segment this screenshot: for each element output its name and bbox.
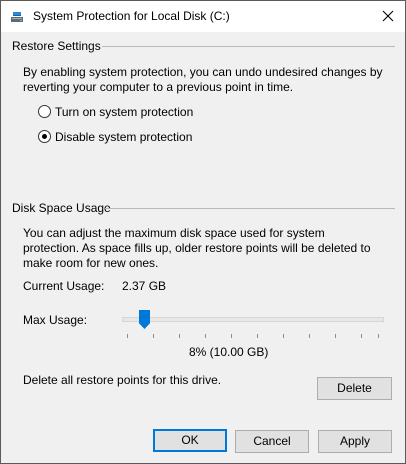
restore-settings-divider: [102, 46, 395, 47]
slider-tick: [127, 334, 128, 338]
cancel-button[interactable]: Cancel: [235, 430, 309, 453]
slider-tick: [283, 334, 284, 338]
system-protection-dialog: System Protection for Local Disk (C:) Re…: [0, 0, 406, 464]
slider-tick: [335, 334, 336, 338]
disk-space-header: Disk Space Usage: [12, 201, 111, 215]
max-usage-slider[interactable]: [122, 307, 384, 339]
ok-button[interactable]: OK: [153, 429, 227, 452]
slider-tick: [205, 334, 206, 338]
slider-tick: [179, 334, 180, 338]
system-protection-icon: [10, 10, 24, 24]
slider-track[interactable]: [122, 317, 384, 322]
disk-space-divider: [105, 208, 395, 209]
restore-settings-header: Restore Settings: [12, 39, 101, 53]
slider-tick: [153, 334, 154, 338]
slider-thumb[interactable]: [139, 310, 150, 329]
close-icon: [382, 10, 394, 22]
current-usage-value: 2.37 GB: [122, 279, 167, 293]
radio-selected-dot: [42, 134, 47, 139]
close-button[interactable]: [371, 1, 405, 32]
current-usage-label: Current Usage:: [23, 279, 105, 293]
slider-tick: [378, 334, 379, 338]
radio-circle[interactable]: [38, 130, 51, 143]
window-title: System Protection for Local Disk (C:): [33, 9, 230, 23]
slider-tick: [361, 334, 362, 338]
radio-label[interactable]: Disable system protection: [55, 130, 192, 144]
title-bar[interactable]: System Protection for Local Disk (C:): [1, 1, 405, 32]
restore-settings-description: By enabling system protection, you can u…: [23, 65, 383, 94]
max-usage-value: 8% (10.00 GB): [189, 345, 269, 359]
max-usage-label: Max Usage:: [23, 313, 88, 327]
slider-tick: [309, 334, 310, 338]
slider-tick: [231, 334, 232, 338]
apply-button[interactable]: Apply: [318, 430, 392, 453]
delete-restore-points-text: Delete all restore points for this drive…: [23, 373, 222, 387]
disk-space-description: You can adjust the maximum disk space us…: [23, 226, 371, 270]
delete-button[interactable]: Delete: [317, 377, 392, 400]
radio-circle[interactable]: [38, 105, 51, 118]
radio-label[interactable]: Turn on system protection: [55, 105, 193, 119]
slider-tick: [257, 334, 258, 338]
